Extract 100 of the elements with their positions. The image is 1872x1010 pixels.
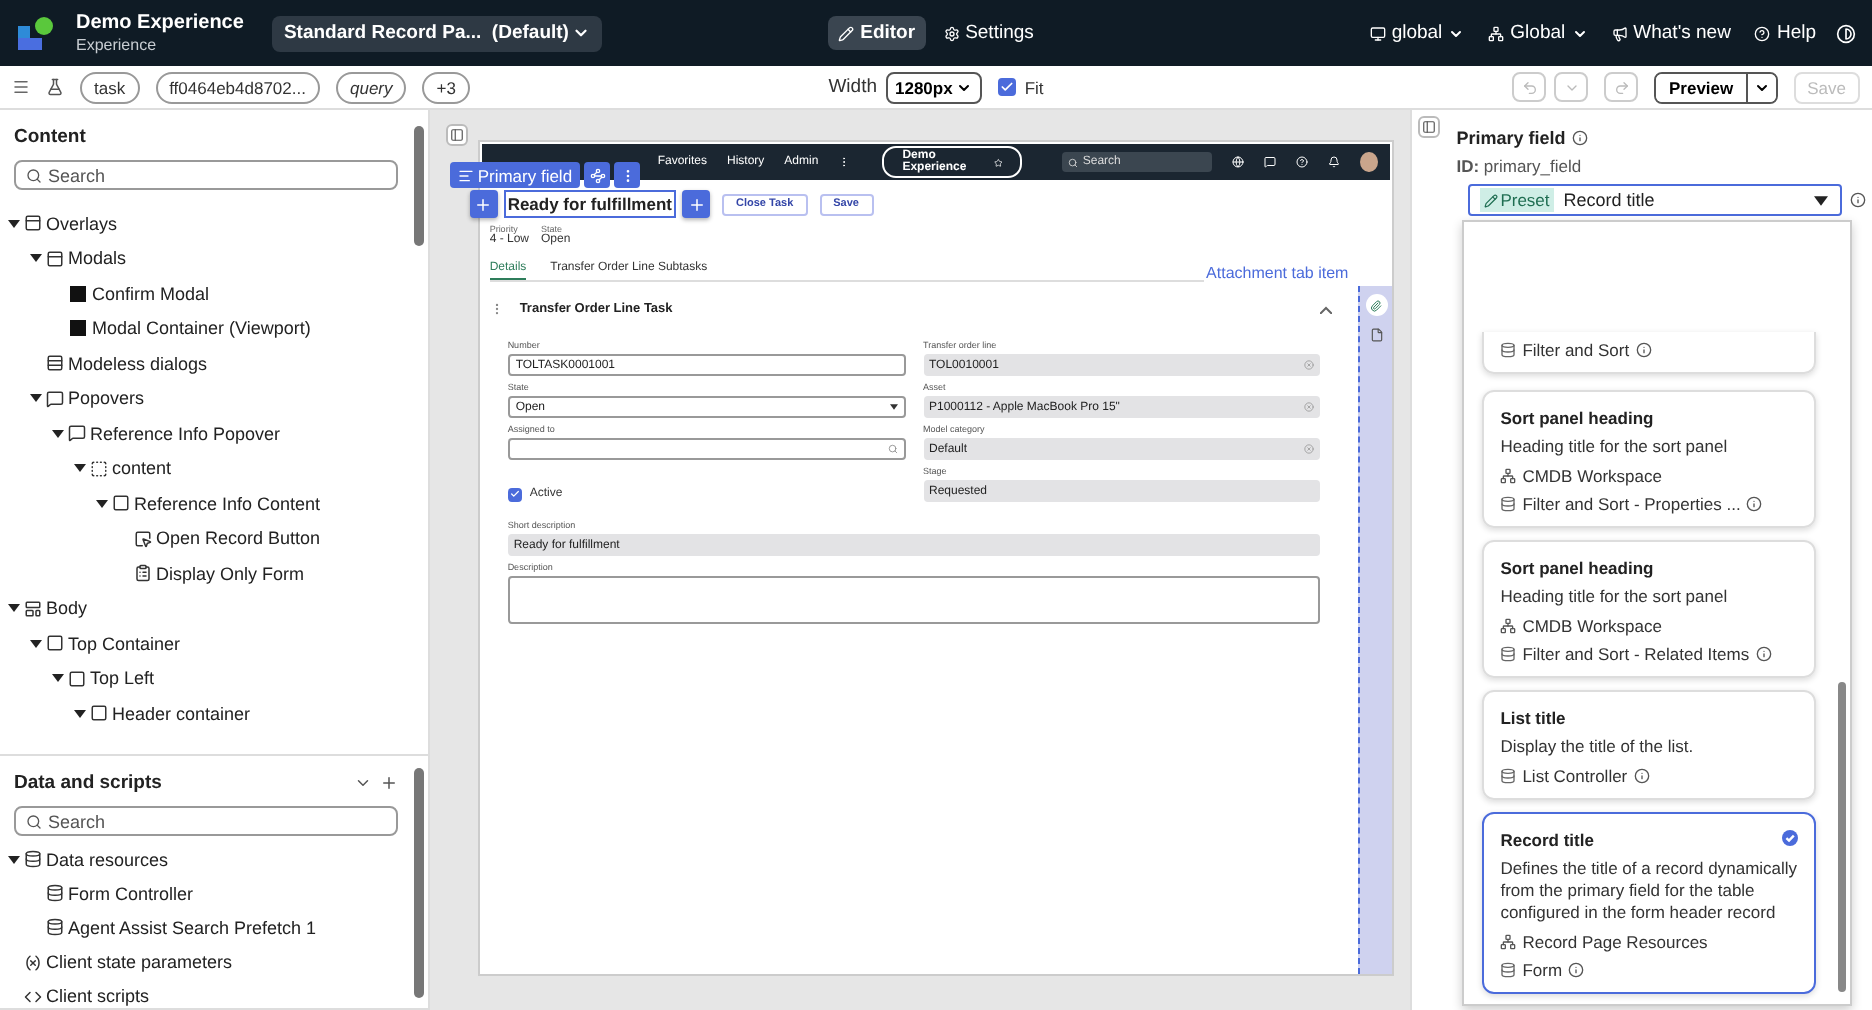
header-menu[interactable]: global: [1365, 22, 1469, 44]
mode-tab[interactable]: Settings: [933, 16, 1044, 50]
checkbox[interactable]: [507, 487, 522, 501]
tree-item[interactable]: Reference Info Popover: [90, 423, 281, 444]
param-chip[interactable]: ff0464eb4d8702...: [155, 71, 320, 103]
tree-item[interactable]: Client scripts: [46, 986, 150, 1007]
caret-icon[interactable]: [6, 602, 20, 615]
globe-icon[interactable]: [1232, 156, 1245, 168]
database-icon: [1500, 495, 1517, 512]
option-card[interactable]: Record title Defines the title of a record dynamically from the primary field for the table configured in the form header record Record Page Resources Form: [1482, 811, 1817, 994]
flask-icon[interactable]: [46, 78, 64, 96]
collapse-icon[interactable]: [1418, 116, 1441, 138]
param-chip[interactable]: +3: [422, 71, 470, 103]
caret-icon[interactable]: [28, 637, 42, 650]
undo-icon: [1521, 79, 1538, 95]
tree-item[interactable]: Top Left: [90, 668, 155, 689]
scrollbar[interactable]: [413, 768, 424, 998]
text-area[interactable]: [507, 576, 1321, 624]
header-menu[interactable]: What's new: [1607, 22, 1735, 44]
add-icon[interactable]: [379, 774, 398, 792]
header-menu[interactable]: Global: [1484, 22, 1592, 44]
bell-icon[interactable]: [1328, 156, 1341, 168]
speech-bubble-icon: [68, 424, 86, 443]
tree-item[interactable]: Modals: [68, 248, 127, 269]
option-card[interactable]: Sort panel heading Heading title for the sort panel CMDB Workspace Filter and Sort - Properties ...: [1482, 389, 1817, 528]
caret-icon[interactable]: [50, 672, 64, 685]
preview-button[interactable]: Preview: [1656, 73, 1748, 101]
option-card[interactable]: Sort panel heading Heading title for the sort panel CMDB Workspace Filter and Sort - Related Items: [1482, 539, 1817, 678]
tree-item[interactable]: Client state parameters: [46, 952, 233, 973]
tree-item[interactable]: Modal Container (Viewport): [92, 318, 311, 339]
tree-item[interactable]: Confirm Modal: [92, 283, 210, 304]
collapse-icon[interactable]: [1320, 305, 1333, 313]
caret-icon[interactable]: [28, 252, 42, 265]
caret-icon[interactable]: [94, 497, 108, 510]
caret-icon[interactable]: [6, 217, 20, 230]
hierarchy-icon: [1500, 467, 1517, 484]
add-button[interactable]: [682, 190, 710, 218]
window-icon: [46, 249, 64, 268]
connector-button[interactable]: [584, 162, 611, 188]
monitor-icon: [1369, 25, 1386, 41]
tree-item[interactable]: Data resources: [46, 849, 169, 870]
option-card[interactable]: Filter and Sort: [1482, 331, 1817, 374]
caret-icon[interactable]: [6, 853, 20, 866]
square-icon: [46, 634, 64, 653]
tree-item[interactable]: Overlays: [46, 213, 118, 234]
caret-icon[interactable]: [28, 392, 42, 405]
lines-icon: [457, 167, 474, 183]
caret-icon[interactable]: [50, 427, 64, 440]
width-select[interactable]: 1280px: [885, 71, 983, 103]
square-icon: [68, 669, 86, 688]
collapse-icon[interactable]: [445, 124, 468, 146]
tree-item[interactable]: Reference Info Content: [134, 493, 321, 514]
page-selector[interactable]: Standard Record Pa... (Default): [271, 15, 603, 51]
search-field[interactable]: Search: [14, 160, 398, 190]
tree-item[interactable]: Popovers: [68, 388, 145, 409]
fit-checkbox[interactable]: [998, 78, 1017, 96]
record-title[interactable]: Ready for fulfillment: [503, 190, 676, 218]
caret-icon[interactable]: [72, 707, 86, 720]
tree-item[interactable]: Agent Assist Search Prefetch 1: [68, 917, 317, 938]
more-button[interactable]: [614, 162, 641, 188]
param-chip[interactable]: query: [335, 71, 407, 103]
caret-icon[interactable]: [72, 462, 86, 475]
code-icon: [24, 987, 42, 1006]
selection-label[interactable]: Primary field: [449, 162, 581, 188]
scrollbar[interactable]: [1838, 682, 1847, 992]
chevron-down-icon[interactable]: [353, 774, 372, 792]
header-menu[interactable]: Help: [1750, 22, 1820, 44]
database-icon: [1500, 341, 1517, 358]
tree-item[interactable]: Open Record Button: [156, 528, 321, 549]
caret-icon: [889, 404, 897, 410]
tree-item[interactable]: content: [112, 458, 172, 479]
search-field[interactable]: Search: [14, 806, 398, 836]
help-icon[interactable]: [1296, 156, 1309, 168]
menu-icon[interactable]: [12, 78, 30, 96]
tree-item[interactable]: Form Controller: [68, 883, 194, 904]
caret-icon: [1814, 195, 1829, 205]
input-field[interactable]: [507, 438, 905, 460]
scrollbar[interactable]: [413, 126, 424, 246]
param-chip[interactable]: task: [80, 71, 140, 103]
option-workspace: CMDB Workspace: [1522, 465, 1662, 486]
add-button[interactable]: [469, 190, 498, 218]
help-icon: [1754, 25, 1771, 41]
check-icon: [509, 488, 520, 500]
info-icon: [1635, 341, 1652, 358]
speech-bubble-icon: [46, 389, 64, 408]
caret-icon: [1571, 25, 1588, 41]
mode-tab[interactable]: Editor: [828, 16, 926, 50]
contrast-icon[interactable]: [1836, 23, 1856, 43]
tree-item[interactable]: Top Container: [68, 633, 181, 654]
tree-item[interactable]: Modeless dialogs: [68, 353, 208, 374]
preset-select[interactable]: Preset Record title: [1468, 184, 1843, 216]
tree-item[interactable]: Display Only Form: [156, 563, 305, 584]
chat-icon[interactable]: [1264, 156, 1277, 168]
option-card[interactable]: List title Display the title of the list. List Controller: [1482, 689, 1817, 800]
tree-item[interactable]: Header container: [112, 703, 251, 724]
tree-item[interactable]: Body: [46, 598, 88, 619]
avatar[interactable]: [1360, 152, 1379, 172]
database-icon: [24, 850, 42, 869]
paperclip-icon[interactable]: [1365, 294, 1388, 316]
option-source: Form: [1522, 960, 1563, 980]
